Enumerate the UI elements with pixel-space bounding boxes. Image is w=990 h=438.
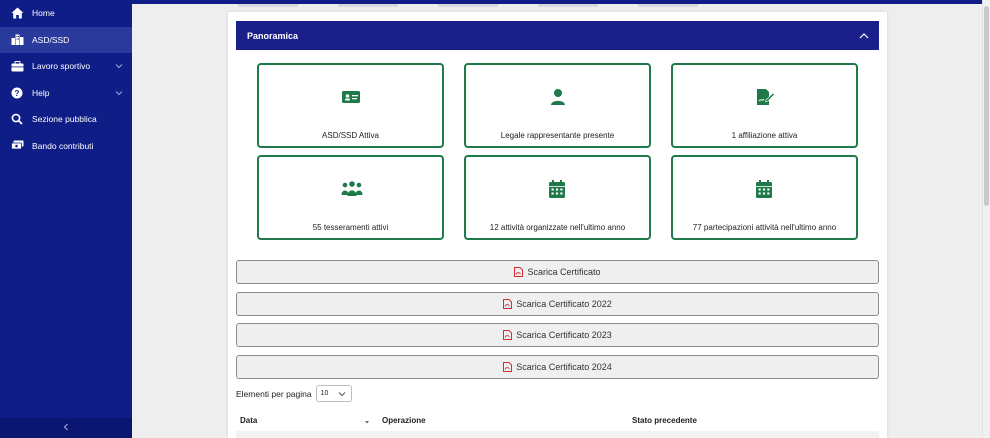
download-label: Scarica Certificato (527, 267, 601, 277)
sidebar-item-label: Home (32, 8, 55, 19)
id-card-icon (341, 87, 361, 107)
items-per-page-select[interactable]: 10 (315, 385, 352, 402)
status-tile-affiliazione: 1 affiliazione attiva (671, 63, 858, 148)
building-icon (10, 33, 24, 47)
status-tile-asd: ASD/SSD Attiva (257, 63, 444, 148)
tab-strip (228, 0, 888, 10)
sidebar-item-home[interactable]: Home (0, 0, 132, 27)
panel-title: Panoramica (247, 30, 299, 41)
chevron-down-icon[interactable] (114, 88, 124, 98)
pdf-icon (503, 330, 513, 340)
pdf-icon (503, 299, 513, 309)
tab-placeholder[interactable] (438, 4, 498, 7)
briefcase-icon (10, 59, 24, 73)
tile-label: Legale rappresentante presente (500, 131, 615, 140)
status-tile-attivita: 12 attività organizzate nell'ultimo anno (464, 155, 651, 240)
download-certificate-2024-button[interactable]: Scarica Certificato 2024 (236, 355, 879, 379)
chevron-down-icon (338, 392, 345, 397)
page-scrollbar[interactable] (982, 0, 990, 438)
chevron-up-icon[interactable] (858, 30, 870, 42)
sidebar-item-bando-contributi[interactable]: Bando contributi (0, 133, 132, 160)
sidebar: Home ASD/SSD Lavoro sportivo ? Help Sezi… (0, 0, 132, 438)
sidebar-item-help[interactable]: ? Help (0, 80, 132, 107)
calendar-icon (548, 179, 568, 199)
pdf-icon (503, 362, 513, 372)
tile-label: 77 partecipazioni attività nell'ultimo a… (692, 223, 837, 232)
tile-label: ASD/SSD Attiva (322, 131, 379, 140)
svg-text:?: ? (15, 89, 20, 98)
sidebar-item-sezione-pubblica[interactable]: Sezione pubblica (0, 106, 132, 133)
column-header-stato-precedente[interactable]: Stato precedente (632, 416, 697, 425)
sidebar-item-lavoro-sportivo[interactable]: Lavoro sportivo (0, 53, 132, 80)
pdf-icon (514, 267, 524, 277)
sort-icon[interactable] (364, 418, 370, 427)
tile-label: 1 affiliazione attiva (731, 131, 798, 140)
signature-icon (755, 87, 775, 107)
people-icon (341, 179, 362, 199)
download-label: Scarica Certificato 2022 (516, 299, 612, 309)
sidebar-item-asd-ssd[interactable]: ASD/SSD (0, 26, 132, 53)
calendar-icon (755, 179, 775, 199)
tile-label: 12 attività organizzate nell'ultimo anno (489, 223, 626, 232)
download-certificate-2022-button[interactable]: Scarica Certificato 2022 (236, 292, 879, 316)
download-certificate-button[interactable]: Scarica Certificato (236, 260, 879, 284)
overview-card: Panoramica ASD/SSD Attiva Legale rappres… (228, 12, 887, 438)
items-per-page-label: Elementi per pagina (236, 388, 312, 399)
money-icon (10, 139, 24, 153)
panel-header[interactable]: Panoramica (236, 21, 879, 50)
status-tile-tesseramenti: 55 tesseramenti attivi (257, 155, 444, 240)
tab-placeholder[interactable] (338, 4, 398, 7)
tab-placeholder[interactable] (638, 4, 698, 7)
tab-placeholder[interactable] (538, 4, 598, 7)
status-tile-legale: Legale rappresentante presente (464, 63, 651, 148)
scrollbar-thumb[interactable] (984, 6, 989, 206)
sidebar-collapse-button[interactable] (0, 418, 132, 438)
sidebar-item-label: Lavoro sportivo (32, 61, 91, 72)
sidebar-item-label: Bando contributi (32, 140, 94, 151)
chevron-down-icon[interactable] (114, 61, 124, 71)
download-label: Scarica Certificato 2023 (516, 330, 612, 340)
tab-placeholder[interactable] (238, 4, 298, 7)
user-icon (548, 87, 568, 107)
sidebar-item-label: Sezione pubblica (32, 114, 97, 125)
table-row (236, 431, 879, 438)
search-icon (10, 112, 24, 126)
sidebar-item-label: Help (32, 87, 50, 98)
sidebar-item-label: ASD/SSD (32, 34, 70, 45)
tile-label: 55 tesseramenti attivi (312, 223, 389, 232)
home-icon (10, 6, 24, 20)
question-icon: ? (10, 86, 24, 100)
items-per-page: Elementi per pagina 10 (236, 385, 352, 402)
chevron-left-icon (61, 419, 71, 437)
column-header-data[interactable]: Data (240, 416, 370, 425)
items-per-page-value: 10 (320, 390, 329, 397)
download-label: Scarica Certificato 2024 (516, 362, 612, 372)
download-certificate-2023-button[interactable]: Scarica Certificato 2023 (236, 323, 879, 347)
status-tile-partecipazioni: 77 partecipazioni attività nell'ultimo a… (671, 155, 858, 240)
column-header-operazione[interactable]: Operazione (382, 416, 426, 425)
